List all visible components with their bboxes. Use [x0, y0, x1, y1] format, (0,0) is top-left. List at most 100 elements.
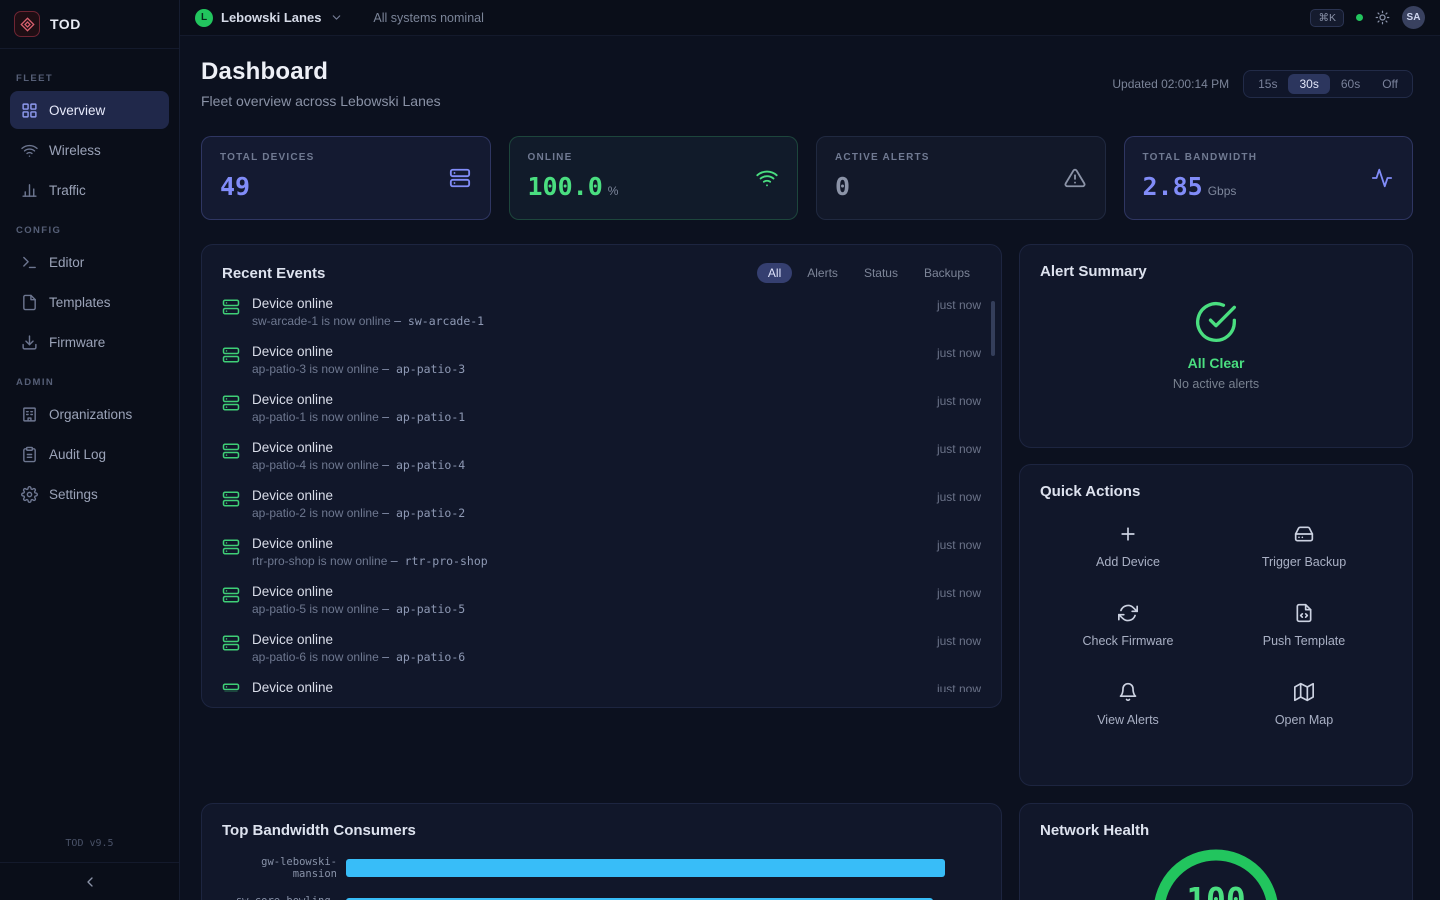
refresh-option-60s[interactable]: 60s: [1330, 74, 1371, 94]
org-switcher[interactable]: L Lebowski Lanes: [195, 9, 343, 27]
quick-action-add-device[interactable]: Add Device: [1040, 524, 1216, 569]
bandwidth-panel: Top Bandwidth Consumers gw-lebowski-mans…: [201, 803, 1002, 900]
stat-card-total-devices: TOTAL DEVICES 49: [201, 136, 491, 220]
event-time: just now: [937, 296, 981, 312]
quick-action-view-alerts[interactable]: View Alerts: [1040, 682, 1216, 727]
sidebar-item-firmware[interactable]: Firmware: [10, 323, 169, 361]
network-health-title: Network Health: [1040, 822, 1392, 839]
event-device-name: — ap-patio-4: [382, 458, 465, 472]
page-title: Dashboard: [201, 58, 441, 86]
event-list: Device online sw-arcade-1 is now online …: [222, 296, 981, 692]
wifi-icon: [756, 167, 778, 189]
sidebar-item-audit-log[interactable]: Audit Log: [10, 435, 169, 473]
event-detail: sw-arcade-1 is now online — sw-arcade-1: [252, 314, 925, 328]
event-list-item[interactable]: Device online ap-patio-3 is now online —…: [222, 344, 981, 392]
event-title: Device online: [252, 488, 925, 503]
refresh-option-30s[interactable]: 30s: [1288, 74, 1329, 94]
quick-action-open-map[interactable]: Open Map: [1216, 682, 1392, 727]
sidebar-item-editor[interactable]: Editor: [10, 243, 169, 281]
chevron-down-icon: [330, 11, 343, 24]
sidebar-footer: TOD v9.5: [0, 838, 179, 900]
event-list-item[interactable]: Device online ap-patio-1 is now online —…: [222, 392, 981, 440]
server-icon: [222, 680, 240, 692]
events-scrollbar[interactable]: [991, 301, 995, 356]
event-detail: ap-patio-2 is now online — ap-patio-2: [252, 506, 925, 520]
stat-cards: TOTAL DEVICES 49 ONLINE 100.0% ACTIVE AL…: [201, 136, 1413, 220]
app-version: TOD v9.5: [0, 838, 179, 849]
recent-events-title: Recent Events: [222, 265, 325, 282]
sidebar-item-settings[interactable]: Settings: [10, 475, 169, 513]
server-icon: [222, 440, 240, 460]
alert-summary-panel: Alert Summary All Clear No active alerts: [1019, 244, 1413, 448]
sidebar-item-overview[interactable]: Overview: [10, 91, 169, 129]
alert-detail-text: No active alerts: [1173, 377, 1259, 391]
check-circle-icon: [1194, 300, 1238, 344]
filter-all[interactable]: All: [757, 263, 792, 283]
refresh-option-off[interactable]: Off: [1371, 74, 1409, 94]
event-detail: rtr-pro-shop is now online — rtr-pro-sho…: [252, 554, 925, 568]
quick-action-check-firmware[interactable]: Check Firmware: [1040, 603, 1216, 648]
sidebar-item-templates[interactable]: Templates: [10, 283, 169, 321]
event-title: Device online: [252, 536, 925, 551]
event-filters: All Alerts Status Backups: [757, 263, 981, 283]
sidebar-header: TOD: [0, 0, 179, 49]
sidebar-item-label: Audit Log: [49, 447, 106, 462]
building-icon: [21, 406, 38, 423]
nav-section-fleet: FLEET: [16, 73, 163, 84]
user-avatar[interactable]: SA: [1402, 6, 1425, 29]
nav-section-config: CONFIG: [16, 225, 163, 236]
event-title: Device online: [252, 632, 925, 647]
event-list-item[interactable]: Device online sw-arcade-1 is now online …: [222, 296, 981, 344]
event-detail: ap-patio-1 is now online — ap-patio-1: [252, 410, 925, 424]
quick-actions-title: Quick Actions: [1040, 483, 1392, 500]
recent-events-panel: Recent Events All Alerts Status Backups …: [201, 244, 1002, 708]
bandwidth-bar-label: gw-lebowski-mansion: [222, 856, 346, 880]
sidebar-item-label: Settings: [49, 487, 98, 502]
clipboard-icon: [21, 446, 38, 463]
main-area: L Lebowski Lanes All systems nominal ⌘K …: [180, 0, 1440, 900]
org-avatar: L: [195, 9, 213, 27]
event-title: Device online: [252, 392, 925, 407]
app-logo-icon: [14, 11, 40, 37]
sidebar-nav: FLEET Overview Wireless Traffic CONFIG E…: [0, 49, 179, 515]
event-list-item[interactable]: Device online ap-patio-6 is now online —…: [222, 632, 981, 680]
stat-card-active-alerts: ACTIVE ALERTS 0: [816, 136, 1106, 220]
bandwidth-bar: [346, 859, 945, 877]
nav-section-admin: ADMIN: [16, 377, 163, 388]
terminal-icon: [21, 254, 38, 271]
event-list-item[interactable]: Device online ap-patio-2 is now online —…: [222, 488, 981, 536]
sidebar-item-organizations[interactable]: Organizations: [10, 395, 169, 433]
event-list-item[interactable]: Device online ap-patio-4 is now online —…: [222, 440, 981, 488]
health-gauge: 100: [1151, 847, 1281, 900]
server-icon: [222, 296, 240, 316]
event-list-item[interactable]: Device online ap-patio-5 is now online —…: [222, 584, 981, 632]
sidebar-item-wireless[interactable]: Wireless: [10, 131, 169, 169]
sidebar-item-traffic[interactable]: Traffic: [10, 171, 169, 209]
stat-card-total-bandwidth: TOTAL BANDWIDTH 2.85Gbps: [1124, 136, 1414, 220]
server-icon: [222, 584, 240, 604]
event-device-name: — rtr-pro-shop: [391, 554, 488, 568]
filter-alerts[interactable]: Alerts: [796, 263, 849, 283]
stat-value: 0: [835, 172, 850, 201]
command-palette-shortcut[interactable]: ⌘K: [1310, 9, 1344, 27]
stat-value: 100.0: [528, 172, 603, 201]
event-time: just now: [937, 440, 981, 456]
quick-action-trigger-backup[interactable]: Trigger Backup: [1216, 524, 1392, 569]
server-icon: [449, 167, 471, 189]
event-time: just now: [937, 680, 981, 692]
filter-status[interactable]: Status: [853, 263, 909, 283]
updated-timestamp: Updated 02:00:14 PM: [1112, 77, 1229, 91]
sidebar-item-label: Templates: [49, 295, 111, 310]
event-list-item[interactable]: Device online rtr-pro-shop is now online…: [222, 536, 981, 584]
quick-actions-panel: Quick Actions Add Device Trigger Backup: [1019, 464, 1413, 786]
sun-icon[interactable]: [1375, 10, 1390, 25]
sidebar-collapse-button[interactable]: [0, 862, 179, 900]
quick-action-push-template[interactable]: Push Template: [1216, 603, 1392, 648]
refresh-option-15s[interactable]: 15s: [1247, 74, 1288, 94]
filter-backups[interactable]: Backups: [913, 263, 981, 283]
bandwidth-bar-row: gw-lebowski-mansion: [222, 856, 981, 880]
event-list-item[interactable]: Device online just now: [222, 680, 981, 692]
page-subtitle: Fleet overview across Lebowski Lanes: [201, 93, 441, 109]
org-name: Lebowski Lanes: [221, 10, 321, 25]
sidebar-item-label: Firmware: [49, 335, 105, 350]
